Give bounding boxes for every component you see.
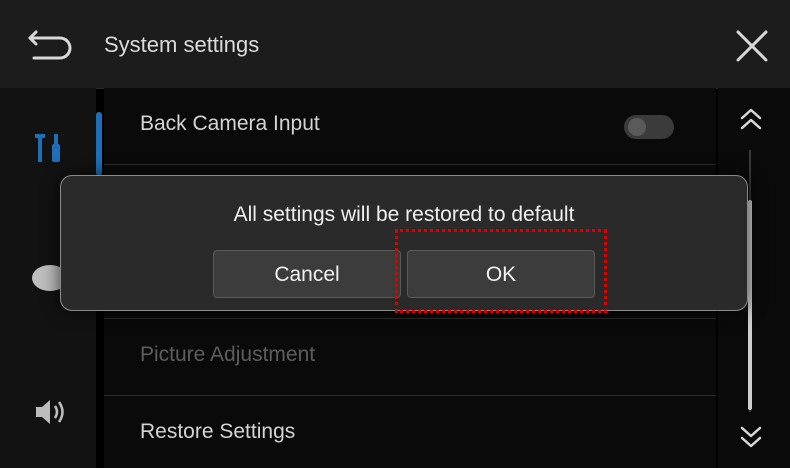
list-item-restore-settings[interactable]: Restore Settings — [104, 396, 716, 468]
scroll-down-button[interactable] — [736, 422, 766, 452]
rail-item-sound[interactable] — [30, 392, 70, 432]
dialog-message: All settings will be restored to default — [233, 203, 575, 226]
double-chevron-down-icon — [740, 426, 762, 448]
back-button[interactable] — [20, 22, 80, 68]
rail-item-tools[interactable] — [30, 128, 70, 168]
restore-confirm-dialog: All settings will be restored to default… — [60, 175, 748, 311]
page-title: System settings — [104, 32, 260, 57]
list-item-label: Back Camera Input — [140, 112, 320, 135]
list-item-label: Restore Settings — [140, 420, 296, 443]
close-button[interactable] — [732, 26, 772, 66]
list-item-back-camera-input[interactable]: Back Camera Input — [104, 88, 716, 165]
scroll-up-button[interactable] — [736, 104, 766, 134]
header-bar: System settings — [0, 0, 790, 89]
list-item-picture-adjustment: Picture Adjustment — [104, 319, 716, 396]
tools-icon — [35, 134, 60, 162]
toggle-knob — [628, 118, 646, 136]
back-arrow-icon — [28, 30, 72, 60]
system-settings-screen: System settings Back Camera Input Pictur… — [0, 0, 790, 468]
ok-button[interactable]: OK — [407, 250, 595, 298]
close-icon — [736, 30, 768, 62]
speaker-icon — [36, 400, 64, 424]
scrollbar-thumb[interactable] — [748, 200, 752, 410]
active-rail-indicator — [96, 112, 102, 176]
cancel-button[interactable]: Cancel — [213, 250, 401, 298]
double-chevron-up-icon — [740, 108, 762, 130]
back-camera-toggle[interactable] — [624, 115, 674, 139]
list-item-label: Picture Adjustment — [140, 343, 316, 366]
